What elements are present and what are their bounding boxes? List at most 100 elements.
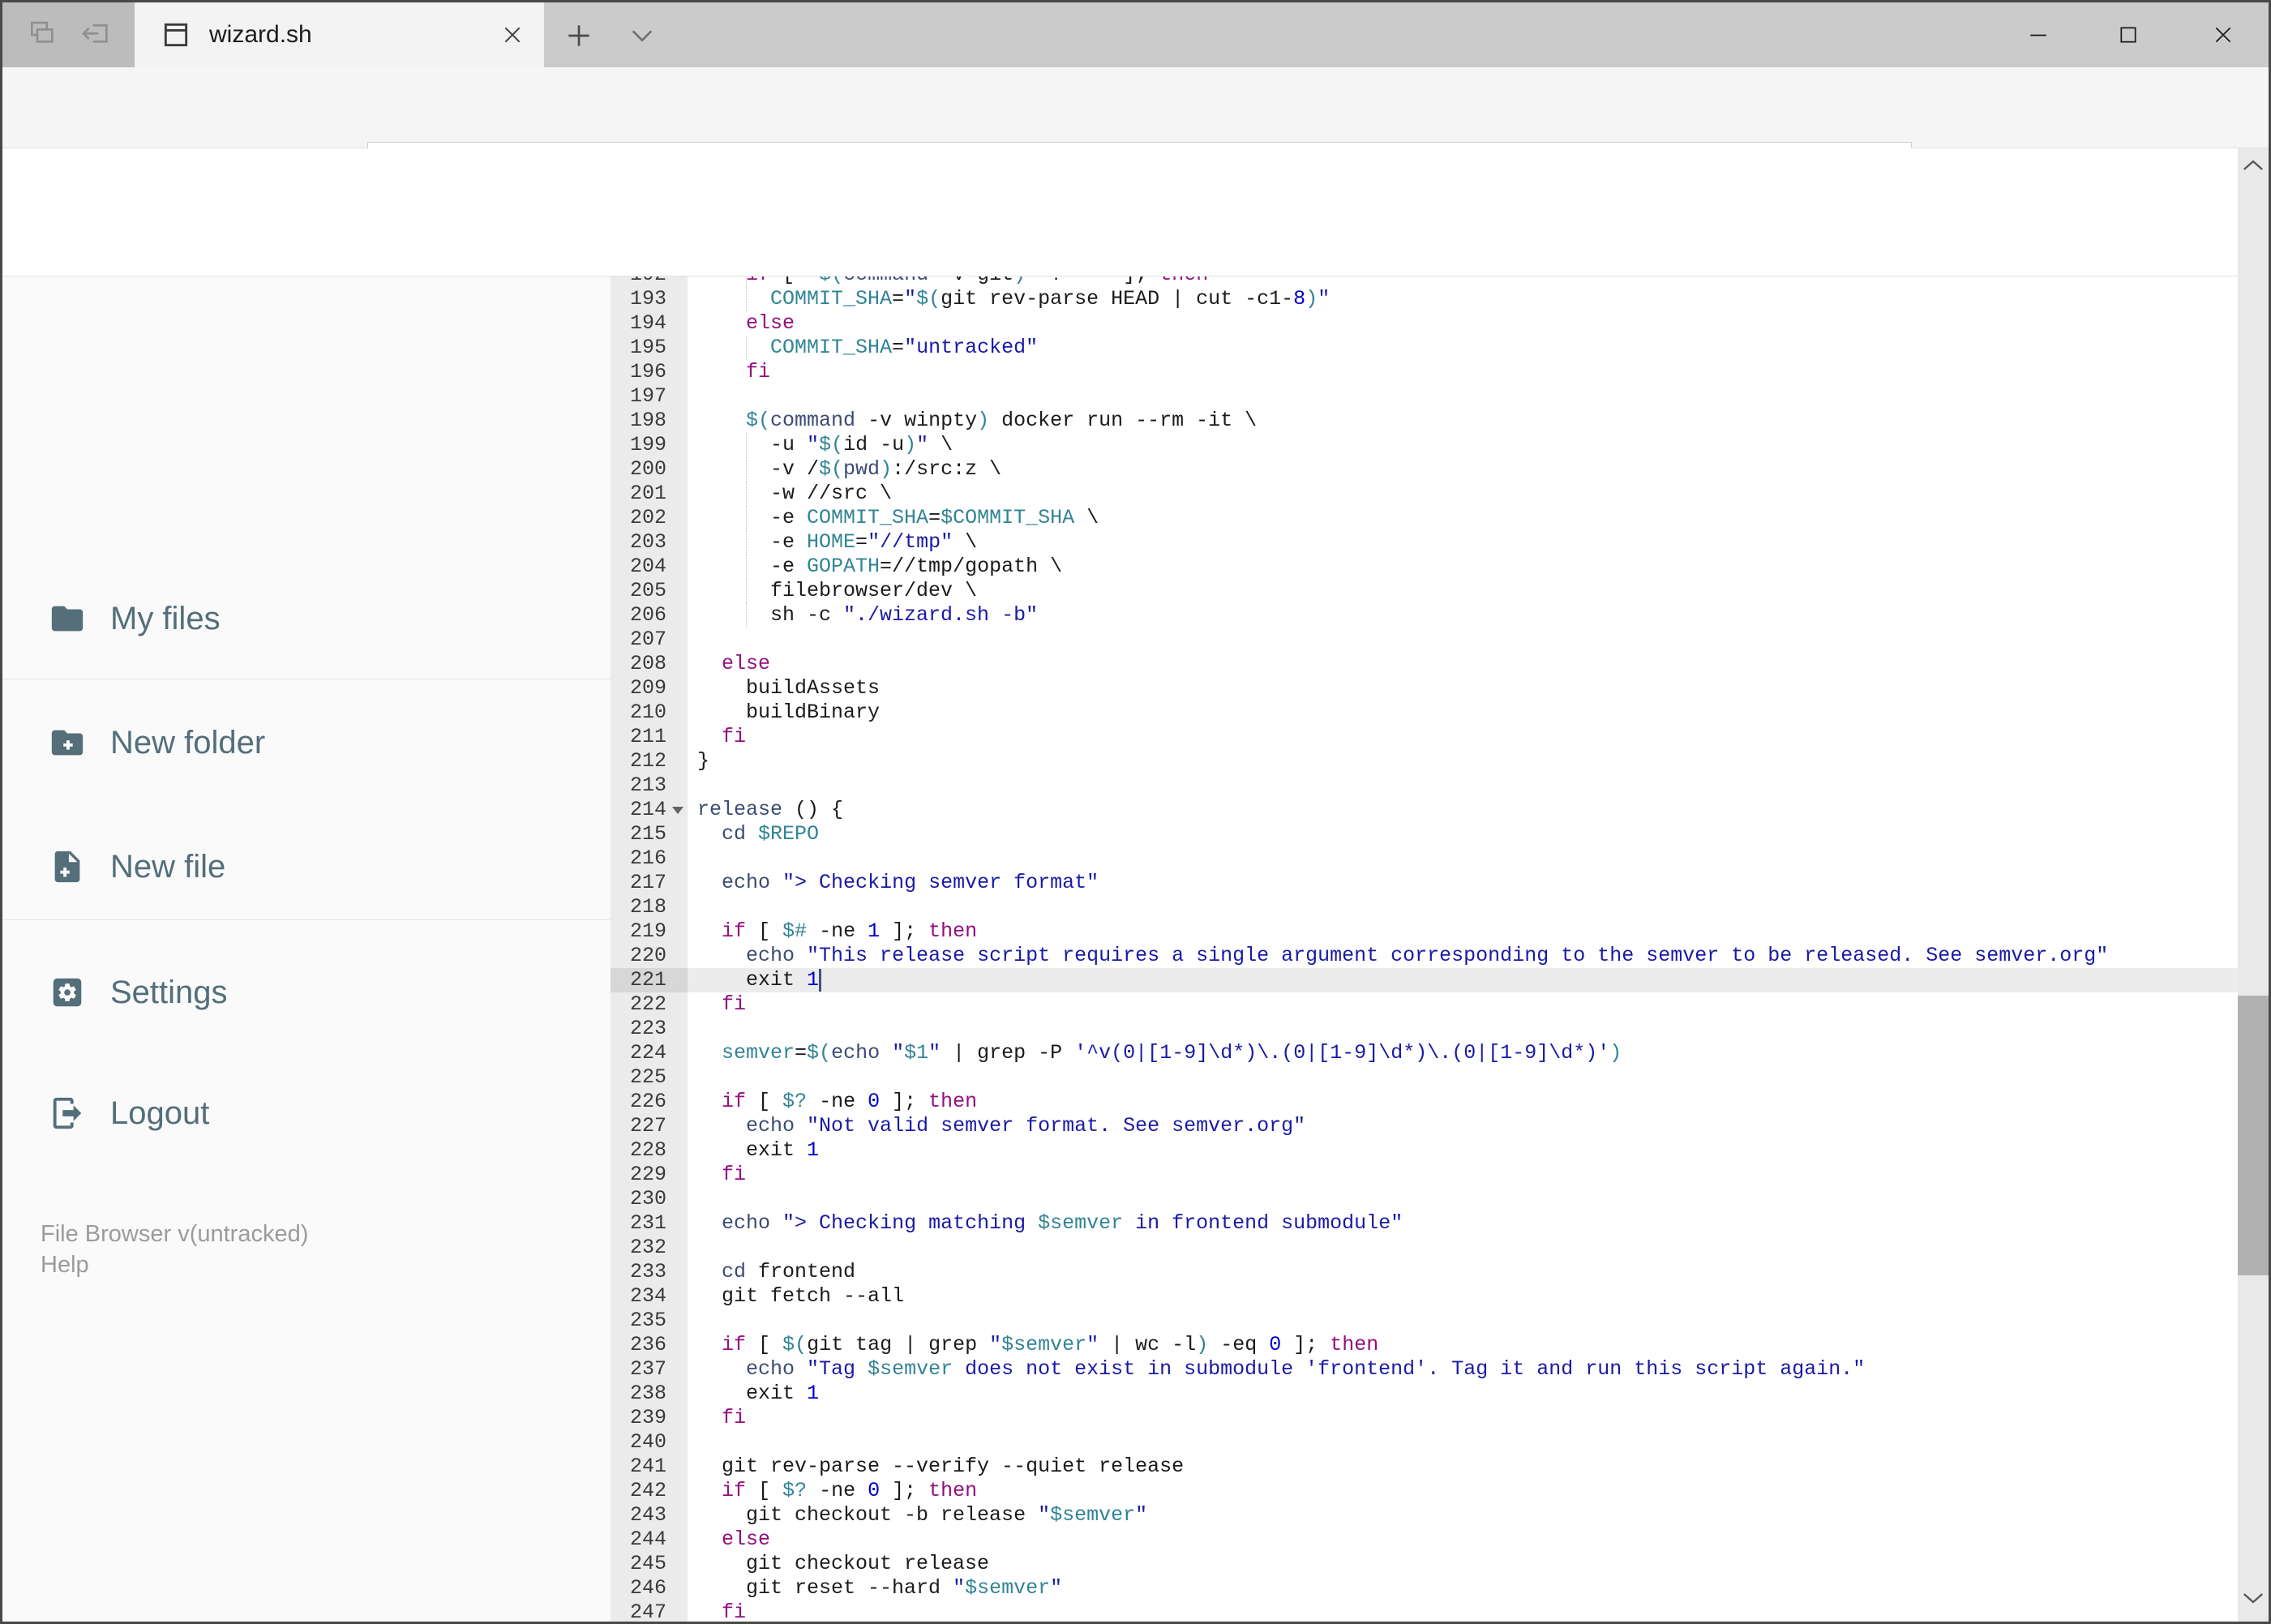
close-button[interactable] (2187, 2, 2260, 67)
code-text[interactable]: -e GOPATH=//tmp/gopath \ (688, 555, 2238, 579)
code-line[interactable]: 239 fi (611, 1406, 2238, 1430)
code-text[interactable]: fi (688, 1406, 2238, 1430)
code-text[interactable]: if [ $? -ne 0 ]; then (688, 1479, 2238, 1503)
code-text[interactable] (688, 773, 2238, 798)
code-line[interactable]: 217 echo "> Checking semver format" (611, 871, 2238, 895)
minimize-button[interactable] (2002, 2, 2075, 67)
code-line[interactable]: 205 filebrowser/dev \ (611, 579, 2238, 603)
code-text[interactable]: else (688, 311, 2238, 336)
code-text[interactable]: exit 1 (688, 1382, 2238, 1406)
new-tab-icon[interactable] (563, 20, 594, 51)
sidebar-item-settings[interactable]: Settings (2, 964, 611, 1021)
code-text[interactable]: if [ $? -ne 0 ]; then (688, 1090, 2238, 1114)
code-line[interactable]: 200 -v /$(pwd):/src:z \ (611, 457, 2238, 482)
sidebar-item-my-files[interactable]: My files (2, 590, 611, 647)
sidebar-item-new-folder[interactable]: New folder (2, 714, 611, 771)
code-line[interactable]: 213 (611, 773, 2238, 798)
code-line[interactable]: 241 git rev-parse --verify --quiet relea… (611, 1455, 2238, 1479)
code-text[interactable] (688, 1309, 2238, 1333)
code-line[interactable]: 240 (611, 1430, 2238, 1455)
code-text[interactable]: echo "Not valid semver format. See semve… (688, 1114, 2238, 1138)
maximize-button[interactable] (2092, 2, 2165, 67)
code-line[interactable]: 223 (611, 1017, 2238, 1041)
code-line[interactable]: 226 if [ $? -ne 0 ]; then (611, 1090, 2238, 1114)
code-line[interactable]: 220 echo "This release script requires a… (611, 944, 2238, 968)
code-text[interactable]: sh -c "./wizard.sh -b" (688, 603, 2238, 628)
code-text[interactable]: echo "This release script requires a sin… (688, 944, 2238, 968)
help-link[interactable]: Help (41, 1252, 89, 1279)
code-line[interactable]: 219 if [ $# -ne 1 ]; then (611, 919, 2238, 944)
code-text[interactable]: -w //src \ (688, 482, 2238, 506)
code-line[interactable]: 228 exit 1 (611, 1138, 2238, 1163)
code-line[interactable]: 227 echo "Not valid semver format. See s… (611, 1114, 2238, 1138)
code-line[interactable]: 198 $(command -v winpty) docker run --rm… (611, 409, 2238, 433)
code-line[interactable]: 221 exit 1 (611, 968, 2238, 992)
code-editor[interactable]: 192 if [ "$(command -v git)" != "" ]; th… (611, 276, 2238, 1622)
code-text[interactable]: filebrowser/dev \ (688, 579, 2238, 603)
code-text[interactable] (688, 1017, 2238, 1041)
scroll-up-icon[interactable] (2238, 153, 2269, 178)
code-line[interactable]: 207 (611, 628, 2238, 652)
code-text[interactable]: else (688, 1528, 2238, 1552)
code-line[interactable]: 216 (611, 846, 2238, 871)
code-text[interactable] (688, 384, 2238, 409)
code-line[interactable]: 218 (611, 895, 2238, 919)
code-text[interactable]: buildAssets (688, 676, 2238, 701)
code-text[interactable] (688, 846, 2238, 871)
code-line[interactable]: 206 sh -c "./wizard.sh -b" (611, 603, 2238, 628)
code-line[interactable]: 235 (611, 1309, 2238, 1333)
code-text[interactable]: release () { (688, 798, 2238, 822)
code-line[interactable]: 231 echo "> Checking matching $semver in… (611, 1211, 2238, 1236)
code-text[interactable]: fi (688, 725, 2238, 749)
code-text[interactable]: fi (688, 1163, 2238, 1187)
code-text[interactable] (688, 1430, 2238, 1455)
code-line[interactable]: 236 if [ $(git tag | grep "$semver" | wc… (611, 1333, 2238, 1357)
code-line[interactable]: 234 git fetch --all (611, 1284, 2238, 1309)
code-text[interactable]: git reset --hard "$semver" (688, 1576, 2238, 1600)
code-text[interactable]: $(command -v winpty) docker run --rm -it… (688, 409, 2238, 433)
code-text[interactable] (688, 1065, 2238, 1090)
code-text[interactable]: COMMIT_SHA="$(git rev-parse HEAD | cut -… (688, 287, 2238, 311)
code-text[interactable]: if [ "$(command -v git)" != "" ]; then (688, 276, 2238, 287)
scrollbar-thumb[interactable] (2238, 996, 2269, 1275)
code-text[interactable]: echo "> Checking matching $semver in fro… (688, 1211, 2238, 1236)
code-line[interactable]: 201 -w //src \ (611, 482, 2238, 506)
tab-preview-chevron-icon[interactable] (628, 27, 656, 45)
code-text[interactable] (688, 1236, 2238, 1260)
code-text[interactable]: echo "Tag $semver does not exist in subm… (688, 1357, 2238, 1382)
code-text[interactable]: fi (688, 360, 2238, 384)
code-line[interactable]: 244 else (611, 1528, 2238, 1552)
code-line[interactable]: 199 -u "$(id -u)" \ (611, 433, 2238, 457)
code-text[interactable]: semver=$(echo "$1" | grep -P '^v(0|[1-9]… (688, 1041, 2238, 1065)
sidebar-item-new-file[interactable]: New file (2, 838, 611, 895)
fold-widget-icon[interactable] (672, 807, 683, 814)
code-text[interactable]: if [ $(git tag | grep "$semver" | wc -l)… (688, 1333, 2238, 1357)
code-text[interactable]: -e HOME="//tmp" \ (688, 530, 2238, 555)
code-text[interactable]: cd $REPO (688, 822, 2238, 846)
code-line[interactable]: 208 else (611, 652, 2238, 676)
code-text[interactable]: git checkout -b release "$semver" (688, 1503, 2238, 1528)
code-line[interactable]: 197 (611, 384, 2238, 409)
page-scrollbar[interactable] (2238, 148, 2269, 1622)
tab-close-icon[interactable] (502, 24, 523, 45)
code-line[interactable]: 202 -e COMMIT_SHA=$COMMIT_SHA \ (611, 506, 2238, 530)
code-text[interactable]: -u "$(id -u)" \ (688, 433, 2238, 457)
code-line[interactable]: 203 -e HOME="//tmp" \ (611, 530, 2238, 555)
code-text[interactable]: buildBinary (688, 701, 2238, 725)
code-line[interactable]: 214 release () { (611, 798, 2238, 822)
code-line[interactable]: 238 exit 1 (611, 1382, 2238, 1406)
code-line[interactable]: 224 semver=$(echo "$1" | grep -P '^v(0|[… (611, 1041, 2238, 1065)
code-line[interactable]: 232 (611, 1236, 2238, 1260)
code-line[interactable]: 242 if [ $? -ne 0 ]; then (611, 1479, 2238, 1503)
code-line[interactable]: 230 (611, 1187, 2238, 1211)
code-text[interactable]: exit 1 (688, 968, 2238, 992)
code-text[interactable]: if [ $# -ne 1 ]; then (688, 919, 2238, 944)
code-line[interactable]: 225 (611, 1065, 2238, 1090)
code-line[interactable]: 233 cd frontend (611, 1260, 2238, 1284)
code-text[interactable]: fi (688, 1600, 2238, 1622)
code-line[interactable]: 211 fi (611, 725, 2238, 749)
code-line[interactable]: 204 -e GOPATH=//tmp/gopath \ (611, 555, 2238, 579)
code-text[interactable]: git rev-parse --verify --quiet release (688, 1455, 2238, 1479)
saved-tabs-icon[interactable] (25, 19, 58, 51)
code-line[interactable]: 212} (611, 749, 2238, 773)
